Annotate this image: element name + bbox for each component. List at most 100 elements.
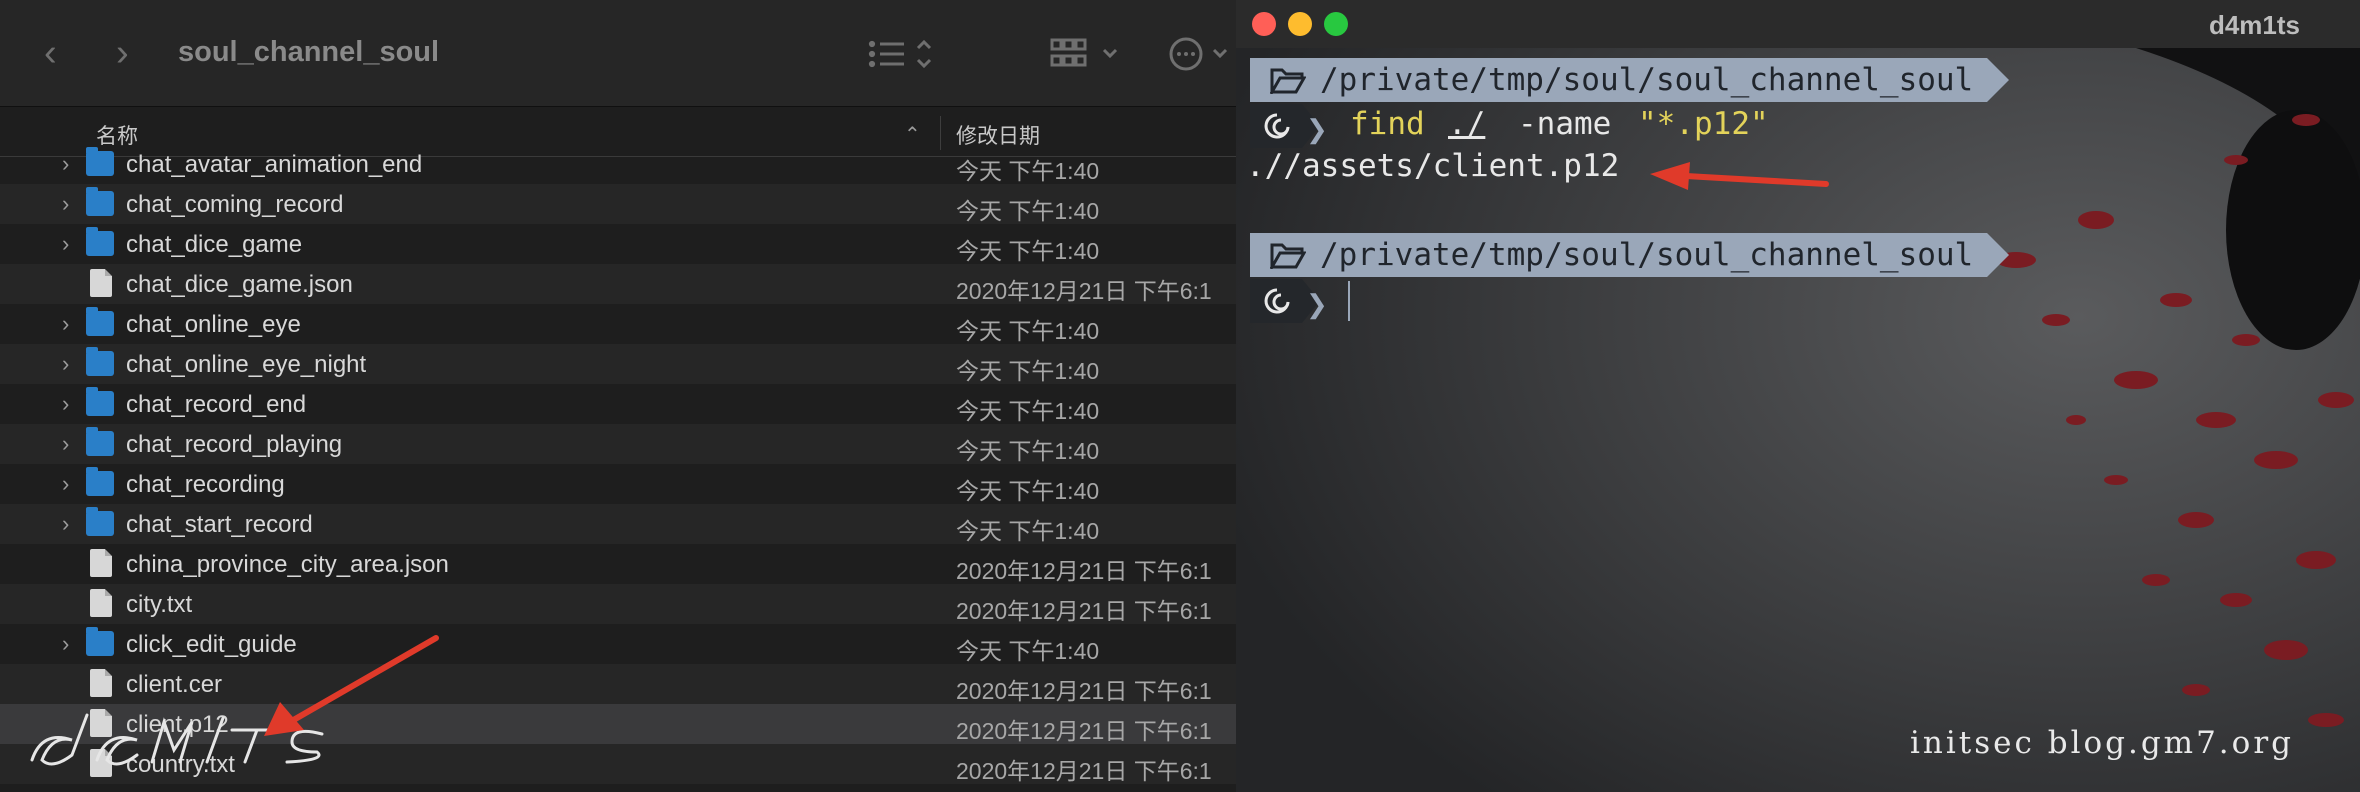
annotation-arrow — [1650, 162, 1829, 190]
minimize-button[interactable] — [1288, 12, 1312, 36]
forward-chevron-icon[interactable]: › — [116, 34, 129, 72]
item-name: chat_dice_game.json — [126, 271, 353, 298]
item-name: chat_record_playing — [126, 431, 343, 458]
disclosure-icon[interactable]: › — [62, 351, 69, 377]
item-date: 今天 下午1:40 — [956, 398, 1100, 424]
list-item[interactable]: › chat_online_eye 今天 下午1:40 — [0, 304, 1236, 344]
debian-swirl-icon — [1264, 288, 1290, 314]
zoom-button[interactable] — [1324, 12, 1348, 36]
list-item[interactable]: › chat_record_playing 今天 下午1:40 — [0, 424, 1236, 464]
terminal-titlebar: d4m1ts — [1236, 0, 2360, 48]
more-actions-icon[interactable] — [1166, 36, 1236, 72]
prompt-chevron-icon: ❯ — [1306, 289, 1328, 319]
prompt-path: /private/tmp/soul/soul_channel_soul — [1250, 233, 1988, 277]
item-name: city.txt — [126, 591, 193, 618]
list-item[interactable]: › chat_record_end 今天 下午1:40 — [0, 384, 1236, 424]
annotation-arrow — [264, 635, 439, 736]
site-watermark: initsec blog.gm7.org — [1910, 725, 2294, 761]
list-view-icon[interactable] — [868, 36, 938, 72]
folder-icon — [86, 307, 114, 336]
item-name: chat_record_end — [126, 391, 307, 418]
certificate-icon — [90, 669, 112, 697]
folder-icon — [86, 627, 114, 656]
folder-icon — [86, 427, 114, 456]
item-name: chat_coming_record — [126, 191, 344, 218]
item-date: 2020年12月21日 下午6:1 — [956, 598, 1212, 624]
document-icon — [90, 589, 112, 617]
folder-open-icon — [1270, 243, 1306, 269]
document-icon — [90, 269, 112, 297]
list-item[interactable]: china_province_city_area.json 2020年12月21… — [0, 544, 1236, 584]
folder-icon — [86, 227, 114, 256]
list-item[interactable]: › chat_start_record 今天 下午1:40 — [0, 504, 1236, 544]
item-date: 2020年12月21日 下午6:1 — [956, 758, 1212, 784]
item-name: chat_recording — [126, 471, 285, 498]
item-name: china_province_city_area.json — [126, 551, 449, 578]
disclosure-icon[interactable]: › — [62, 511, 69, 537]
terminal-window: d4m1ts /private/tmp/soul/soul_channel_so… — [1236, 0, 2360, 792]
item-date: 今天 下午1:40 — [956, 438, 1100, 464]
disclosure-icon[interactable]: › — [62, 151, 69, 177]
list-item[interactable]: city.txt 2020年12月21日 下午6:1 — [0, 584, 1236, 624]
item-name: chat_online_eye_night — [126, 351, 367, 378]
list-item[interactable]: › click_edit_guide 今天 下午1:40 — [0, 624, 1236, 664]
disclosure-icon[interactable]: › — [62, 311, 69, 337]
folder-open-icon — [1270, 68, 1306, 94]
disclosure-icon[interactable]: › — [62, 191, 69, 217]
prompt-bar-tip — [1987, 58, 2009, 102]
disclosure-icon[interactable]: › — [62, 631, 69, 657]
item-name: chat_online_eye — [126, 311, 301, 338]
folder-title: soul_channel_soul — [178, 36, 440, 68]
finder-toolbar: ‹ › soul_channel_soul — [0, 0, 1236, 107]
item-date: 今天 下午1:40 — [956, 238, 1100, 264]
item-date: 今天 下午1:40 — [956, 478, 1100, 504]
item-date: 今天 下午1:40 — [956, 158, 1100, 184]
list-item[interactable]: › chat_avatar_animation_end 今天 下午1:40 — [0, 144, 1236, 184]
command-name: find — [1350, 106, 1425, 142]
item-date: 今天 下午1:40 — [956, 358, 1100, 384]
item-name: chat_dice_game — [126, 231, 303, 258]
disclosure-icon[interactable]: › — [62, 391, 69, 417]
close-button[interactable] — [1252, 12, 1276, 36]
item-date: 今天 下午1:40 — [956, 638, 1100, 664]
folder-icon — [86, 507, 114, 536]
item-date: 2020年12月21日 下午6:1 — [956, 678, 1212, 704]
document-icon — [90, 549, 112, 577]
item-date: 2020年12月21日 下午6:1 — [956, 558, 1212, 584]
folder-icon — [86, 347, 114, 376]
command-path-arg: ./ — [1448, 106, 1486, 142]
window-title: d4m1ts — [2208, 10, 2300, 40]
text-cursor — [1348, 281, 1350, 321]
disclosure-icon[interactable]: › — [62, 231, 69, 257]
item-date: 今天 下午1:40 — [956, 318, 1100, 344]
list-item[interactable]: › chat_recording 今天 下午1:40 — [0, 464, 1236, 504]
disclosure-icon[interactable]: › — [62, 431, 69, 457]
prompt-bar-tip — [1987, 233, 2009, 277]
item-date: 今天 下午1:40 — [956, 198, 1100, 224]
command-output: .//assets/client.p12 — [1246, 148, 1620, 184]
list-item[interactable]: chat_dice_game.json 2020年12月21日 下午6:1 — [0, 264, 1236, 304]
folder-icon — [86, 467, 114, 496]
item-date: 今天 下午1:40 — [956, 518, 1100, 544]
list-item[interactable]: client.cer 2020年12月21日 下午6:1 — [0, 664, 1236, 704]
list-item[interactable]: › chat_dice_game 今天 下午1:40 — [0, 224, 1236, 264]
file-list: › chat_avatar_animation_end 今天 下午1:40 › … — [0, 147, 1236, 784]
folder-icon — [86, 147, 114, 176]
group-by-icon[interactable] — [1050, 36, 1122, 72]
command-option: -name — [1518, 106, 1612, 142]
list-item[interactable]: › chat_coming_record 今天 下午1:40 — [0, 184, 1236, 224]
back-chevron-icon[interactable]: ‹ — [44, 34, 57, 72]
item-name: chat_start_record — [126, 511, 313, 538]
item-name: client.cer — [126, 671, 223, 698]
item-date: 2020年12月21日 下午6:1 — [956, 278, 1212, 304]
folder-icon — [86, 387, 114, 416]
prompt-path: /private/tmp/soul/soul_channel_soul — [1250, 58, 1988, 102]
item-name: chat_avatar_animation_end — [126, 151, 423, 178]
disclosure-icon[interactable]: › — [62, 471, 69, 497]
command-pattern: "*.p12" — [1638, 106, 1769, 142]
item-date: 2020年12月21日 下午6:1 — [956, 718, 1212, 744]
finder-window: ‹ › soul_channel_soul 名称 ⌃ 修改日期 › chat_a… — [0, 0, 1236, 792]
list-item[interactable]: › chat_online_eye_night 今天 下午1:40 — [0, 344, 1236, 384]
debian-swirl-icon — [1264, 113, 1290, 139]
prompt-chevron-icon: ❯ — [1306, 114, 1328, 144]
